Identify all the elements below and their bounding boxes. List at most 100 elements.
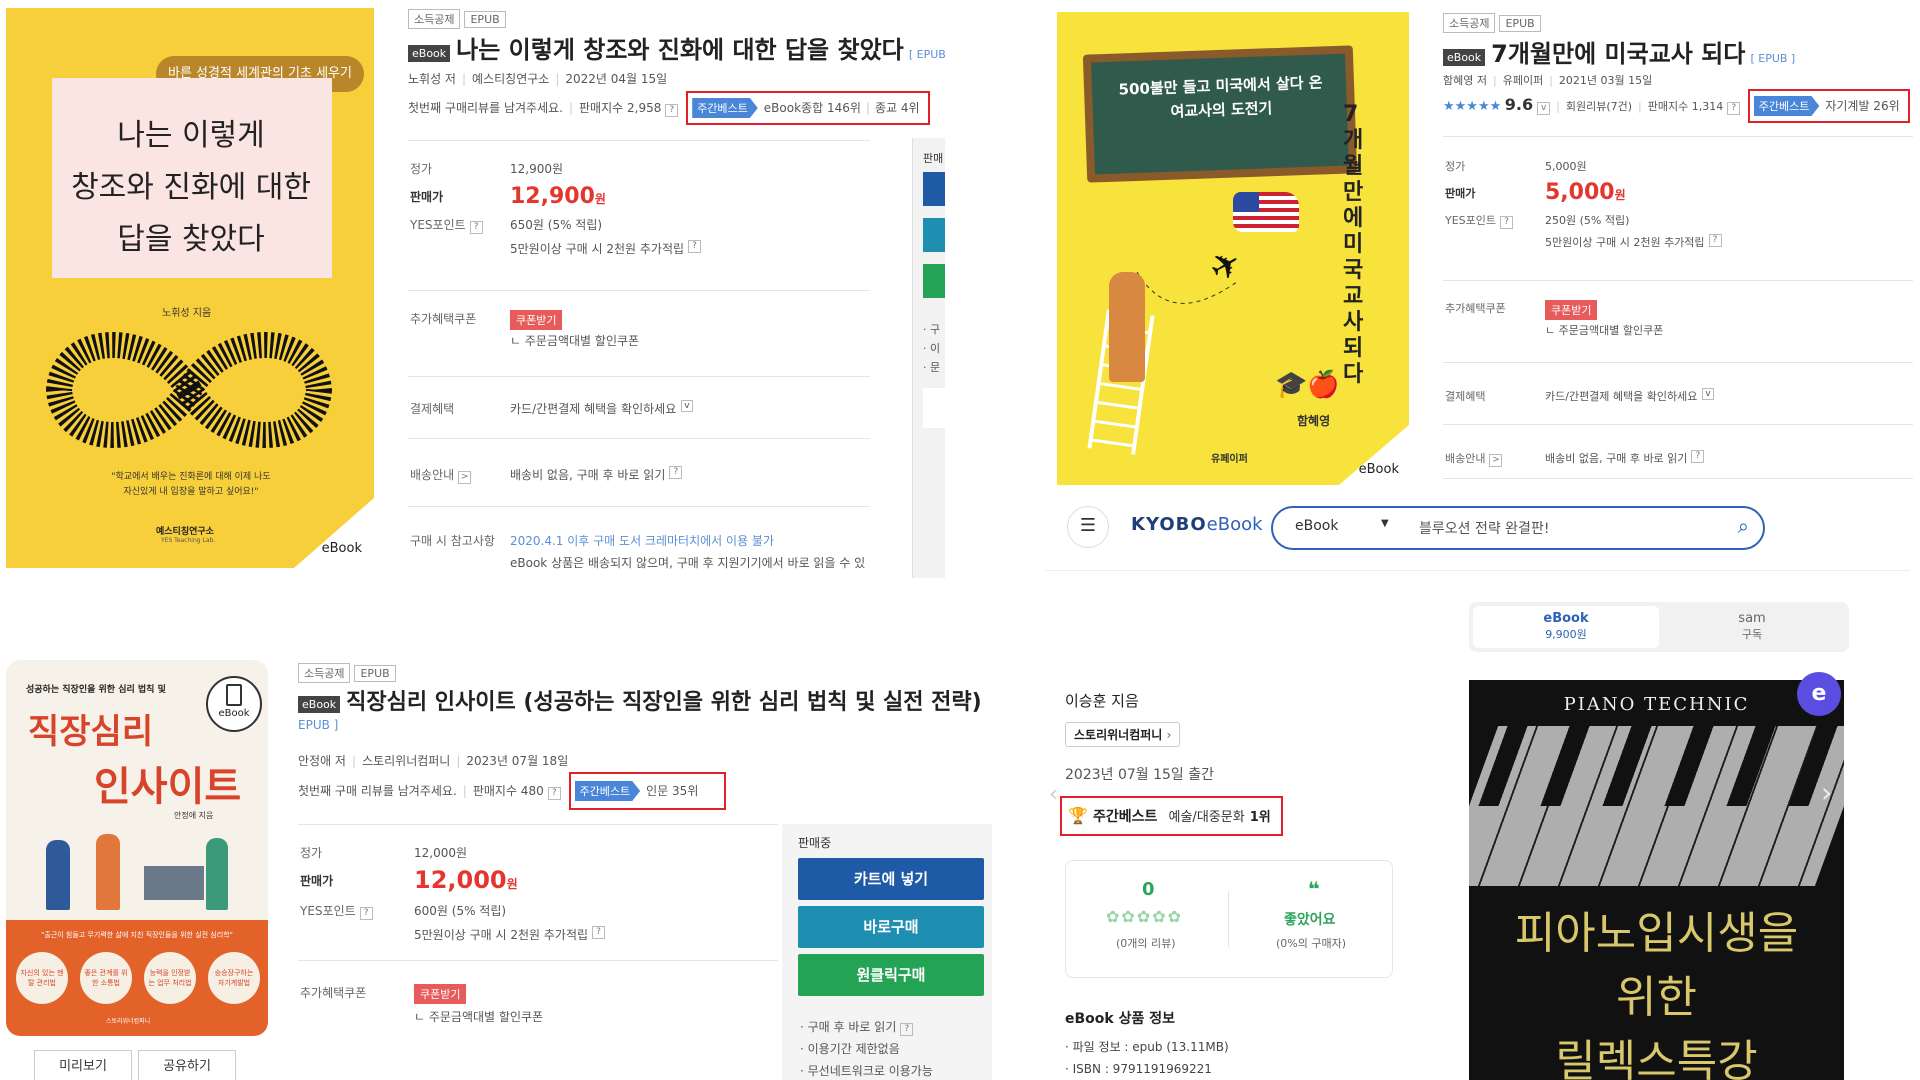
slider-right-arrow-icon[interactable]: ›	[1821, 776, 1832, 809]
publisher-link[interactable]: 유페이퍼	[1503, 74, 1543, 87]
kyobo-logo[interactable]: KYOBOeBook	[1131, 514, 1263, 535]
panel-yes24-book1: 바른 성경적 세계관의 기초 세우기 나는 이렇게 창조와 진화에 대한 답을 …	[0, 0, 945, 580]
file-info: · 파일 정보 : epub (13.11MB)	[1065, 1040, 1229, 1054]
help-icon[interactable]: ?	[688, 240, 702, 253]
teacher-figure	[1109, 272, 1145, 382]
share-button[interactable]: 공유하기	[138, 1050, 236, 1080]
coupon-button[interactable]: 쿠폰받기	[414, 984, 467, 1004]
search-icon[interactable]: ⌕	[1738, 514, 1749, 538]
help-icon[interactable]: ?	[669, 466, 683, 479]
review-sub[interactable]: (0개의 리뷰)	[1116, 935, 1176, 951]
coupon-desc: ㄴ 주문금액대별 할인쿠폰	[414, 1010, 544, 1024]
label-sale-price: 판매가	[410, 190, 444, 204]
coupon-button[interactable]: 쿠폰받기	[510, 310, 563, 330]
format-tabs: eBook 9,900원 sam 구독	[1469, 602, 1849, 652]
point-extra: 5만원이상 구매 시 2천원 추가적립	[414, 928, 589, 942]
ebook-badge-circle: e	[1797, 672, 1841, 716]
side-buy-button[interactable]	[923, 218, 945, 252]
help-icon[interactable]: ?	[1727, 102, 1741, 115]
tab-sam[interactable]: sam 구독	[1659, 606, 1845, 648]
coupon-button[interactable]: 쿠폰받기	[1545, 300, 1598, 320]
best-rank-category[interactable]: 예술/대중문화	[1169, 810, 1245, 825]
help-icon[interactable]: ?	[469, 221, 483, 234]
phone-icon	[226, 684, 242, 706]
shipping-info: 배송비 없음, 구매 후 바로 읽기	[1545, 452, 1688, 465]
book-cover-3[interactable]: 성공하는 직장인을 위한 심리 법칙 및 직장심리 인사이트 eBook 안정애…	[6, 660, 268, 1036]
note-link[interactable]: 2020.4.1 이후 구매 도서 크레마터치에서 이용 불가	[510, 532, 774, 549]
best-rank[interactable]: 인문 35위	[646, 784, 698, 798]
best-rank-1[interactable]: eBook종합 146위	[764, 101, 861, 115]
book-cover-4[interactable]: PIANO TECHNIC 피아노입시생을 위한 릴렉스특강	[1469, 680, 1844, 1080]
weekly-best-highlight: 주간베스트 인문 35위	[568, 772, 727, 810]
member-reviews[interactable]: 회원리뷰(7건)	[1566, 100, 1632, 113]
weekly-best-label: 주간베스트	[1093, 809, 1158, 825]
preview-button[interactable]: 미리보기	[34, 1050, 132, 1080]
author-row: 노휘성 저 | 예스티칭연구소 | 2022년 04월 15일	[408, 72, 668, 86]
book-title: 나는 이렇게 창조와 진화에 대한 답을 찾았다	[456, 36, 904, 64]
help-icon[interactable]: ?	[359, 907, 373, 920]
best-rank[interactable]: 자기계발 26위	[1825, 99, 1899, 113]
book-cover-1[interactable]: 바른 성경적 세계관의 기초 세우기 나는 이렇게 창조와 진화에 대한 답을 …	[6, 8, 374, 568]
author-name[interactable]: 이승훈 지음	[1065, 690, 1139, 711]
like-label: 좋았어요	[1284, 912, 1336, 928]
weekly-best-flag: 주간베스트	[1753, 96, 1820, 116]
cover-ebook-circle: eBook	[206, 676, 262, 732]
cover-tagline: "출근이 힘들고 무기력한 삶에 지친 직장인들을 위한 실전 심리학"	[41, 931, 233, 939]
list-price: 12,900원	[510, 162, 564, 176]
label-list-price: 정가	[1445, 160, 1466, 173]
label-coupon: 추가혜택쿠폰	[410, 312, 477, 326]
side-list: · 구 · 이 · 문	[923, 323, 941, 374]
help-icon[interactable]: ?	[1691, 450, 1705, 463]
menu-button[interactable]: ☰	[1067, 506, 1109, 548]
help-icon[interactable]: ?	[665, 104, 679, 117]
review-prompt-link[interactable]: 첫번째 구매리뷰를 남겨주세요.	[408, 101, 563, 115]
ebook-badge: eBook	[298, 696, 341, 713]
book-cover-2[interactable]: 500불만 들고 미국에서 살다 온 여교사의 도전기 7개월만에 미국교사 되다…	[1057, 12, 1409, 485]
slider-left-arrow-icon[interactable]: ‹	[1049, 782, 1058, 807]
side-list: · 구매 후 바로 읽기? · 이용기간 제한없음 · 무선네트워크로 이용가능	[800, 1020, 933, 1078]
tag-income-deduction: 소득공제	[408, 9, 461, 29]
publisher-link[interactable]: 예스티칭연구소	[472, 72, 549, 86]
chevron-down-icon[interactable]: v	[1702, 388, 1714, 400]
side-purchase-panel: 판매 · 구 · 이 · 문	[912, 138, 945, 578]
help-icon[interactable]: ?	[1500, 216, 1514, 229]
tab-ebook[interactable]: eBook 9,900원	[1473, 606, 1659, 648]
help-icon[interactable]: ?	[547, 787, 561, 800]
search-input[interactable]: 블루오션 전략 완결판!	[1419, 518, 1549, 538]
caret-down-icon[interactable]: ▼	[1381, 518, 1389, 529]
sale-price: 12,000원	[414, 866, 518, 894]
best-rank-number[interactable]: 1위	[1250, 810, 1271, 825]
cover-circles: 자신의 있는 멘탈 관리법 좋은 관계를 위한 소통법 능력을 인정받는 업무 …	[16, 952, 260, 1004]
one-click-buy-button[interactable]: 원클릭구매	[798, 954, 984, 996]
cart-button[interactable]: 카트에 넣기	[798, 858, 984, 900]
rating-score: 9.6	[1504, 95, 1534, 114]
publisher-chip[interactable]: 스토리위너컴퍼니 ›	[1065, 722, 1181, 747]
pub-date: 2022년 04월 15일	[565, 72, 668, 86]
cover-publisher: 스토리위너컴퍼니	[106, 1018, 151, 1025]
author-link[interactable]: 노휘성 저	[408, 72, 456, 86]
review-prompt-link[interactable]: 첫번째 구매 리뷰를 남겨주세요.	[298, 784, 457, 798]
buy-now-button[interactable]: 바로구매	[798, 906, 984, 948]
author-link[interactable]: 함혜영 저	[1443, 74, 1487, 87]
best-rank-2[interactable]: 종교 4위	[875, 101, 920, 115]
help-icon[interactable]: ?	[592, 926, 606, 939]
help-icon[interactable]: ?	[1708, 234, 1722, 247]
chevron-right-icon[interactable]: >	[1489, 454, 1503, 467]
logo-kyobo: KYOBO	[1131, 514, 1207, 535]
purchase-panel: 판매중 카트에 넣기 바로구매 원클릭구매 · 구매 후 바로 읽기? · 이용…	[782, 824, 992, 1080]
publisher-link[interactable]: 스토리위너컴퍼니	[362, 754, 450, 768]
search-bar[interactable]: eBook ▼ 블루오션 전략 완결판! ⌕	[1271, 506, 1765, 550]
help-icon[interactable]: ?	[900, 1023, 914, 1036]
review-count: 0	[1142, 879, 1155, 900]
author-link[interactable]: 안정애 저	[298, 754, 346, 768]
chevron-down-icon[interactable]: v	[681, 400, 693, 412]
weekly-best-highlight: 주간베스트 자기계발 26위	[1747, 89, 1910, 123]
side-oneclick-button[interactable]	[923, 264, 945, 298]
chevron-down-icon[interactable]: v	[1537, 102, 1551, 115]
side-cart-button[interactable]	[923, 172, 945, 206]
label-sale-price: 판매가	[1445, 186, 1476, 200]
payment-benefit[interactable]: 카드/간편결제 혜택을 확인하세요	[510, 400, 676, 417]
chevron-right-icon[interactable]: >	[458, 471, 472, 484]
payment-benefit[interactable]: 카드/간편결제 혜택을 확인하세요	[1545, 388, 1697, 404]
search-category[interactable]: eBook	[1295, 518, 1338, 534]
